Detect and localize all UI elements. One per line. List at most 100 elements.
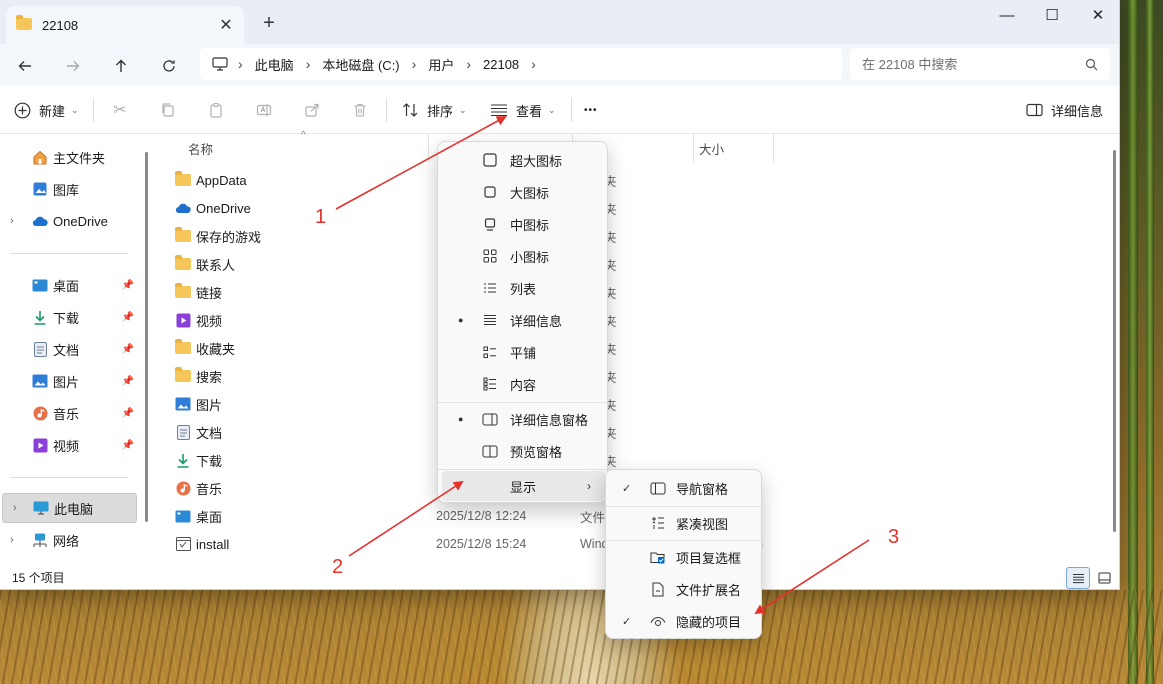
menu-item-navigation-pane[interactable]: ✓ 导航窗格 bbox=[610, 473, 759, 503]
pin-icon[interactable]: 📌 bbox=[122, 280, 134, 291]
file-extension-icon bbox=[650, 581, 666, 597]
file-row[interactable]: 视频 夹 bbox=[158, 306, 1098, 334]
menu-item-hidden-items[interactable]: ✓ 隐藏的项目 bbox=[610, 606, 759, 636]
menu-item-file-extensions[interactable]: 文件扩展名 bbox=[610, 574, 759, 604]
chevron-right-icon[interactable]: › bbox=[10, 215, 14, 227]
sidebar-item-home[interactable]: 主文件夹 bbox=[0, 143, 137, 171]
file-list-scrollbar[interactable] bbox=[1113, 150, 1116, 532]
new-tab-button[interactable]: + bbox=[256, 10, 282, 36]
explorer-tab[interactable]: 22108 ✕ bbox=[6, 6, 244, 44]
menu-item-details-pane[interactable]: ● 详细信息窗格 bbox=[442, 404, 605, 434]
breadcrumb-separator[interactable]: › bbox=[236, 56, 245, 72]
file-row[interactable]: 文档 夹 bbox=[158, 418, 1098, 446]
sidebar-item-documents[interactable]: 文档 📌 bbox=[0, 335, 137, 363]
back-arrow-icon bbox=[18, 61, 31, 71]
breadcrumb[interactable]: › 此电脑 › 本地磁盘 (C:) › 用户 › 22108 › bbox=[200, 48, 842, 80]
menu-item-extra-large-icons[interactable]: 超大图标 bbox=[442, 145, 605, 175]
cut-icon[interactable]: ✂ bbox=[110, 100, 130, 120]
grass-texture bbox=[0, 590, 1163, 684]
breadcrumb-user-folder[interactable]: 22108 bbox=[473, 57, 529, 72]
back-button[interactable] bbox=[9, 50, 41, 82]
menu-item-small-icons[interactable]: 小图标 bbox=[442, 241, 605, 271]
column-header-size[interactable]: 大小 bbox=[699, 134, 724, 162]
sidebar-item-onedrive[interactable]: › OneDrive bbox=[0, 207, 137, 235]
share-icon[interactable] bbox=[302, 100, 322, 120]
file-name: 保存的游戏 bbox=[196, 229, 262, 245]
folder-icon bbox=[175, 283, 191, 300]
menu-item-preview-pane[interactable]: 预览窗格 bbox=[442, 436, 605, 466]
breadcrumb-separator[interactable]: › bbox=[464, 56, 473, 72]
file-row[interactable]: 收藏夹 夹 bbox=[158, 334, 1098, 362]
file-row[interactable]: AppData 夹 bbox=[158, 166, 1098, 194]
file-row[interactable]: 图片 夹 bbox=[158, 390, 1098, 418]
chevron-right-icon[interactable]: › bbox=[13, 502, 17, 514]
sort-button[interactable]: 排序 ⌄ bbox=[402, 94, 467, 126]
search-input[interactable] bbox=[862, 56, 1085, 72]
menu-item-details[interactable]: ● 详细信息 bbox=[442, 305, 605, 335]
pin-icon[interactable]: 📌 bbox=[122, 376, 134, 387]
sidebar-item-desktop[interactable]: 桌面 📌 bbox=[0, 271, 137, 299]
column-header-name[interactable]: 名称 bbox=[188, 134, 213, 162]
sidebar-item-music[interactable]: 音乐 📌 bbox=[0, 399, 137, 427]
forward-button[interactable] bbox=[57, 50, 89, 82]
this-pc-icon bbox=[33, 500, 49, 516]
sidebar-item-videos[interactable]: 视频 📌 bbox=[0, 431, 137, 459]
large-icons-view-toggle[interactable] bbox=[1092, 567, 1116, 589]
sidebar-item-gallery[interactable]: 图库 bbox=[0, 175, 137, 203]
up-button[interactable] bbox=[105, 50, 137, 82]
breadcrumb-local-disk[interactable]: 本地磁盘 (C:) bbox=[312, 55, 409, 74]
close-tab-button[interactable]: ✕ bbox=[212, 11, 240, 39]
file-row[interactable]: 保存的游戏 夹 bbox=[158, 222, 1098, 250]
rename-icon[interactable] bbox=[254, 100, 274, 120]
column-divider[interactable] bbox=[428, 134, 429, 162]
menu-item-large-icons[interactable]: 大图标 bbox=[442, 177, 605, 207]
view-button[interactable]: 查看 ⌄ bbox=[490, 94, 556, 126]
paste-icon[interactable] bbox=[206, 100, 226, 120]
sidebar-item-this-pc[interactable]: › 此电脑 bbox=[2, 493, 137, 523]
file-name: 文档 bbox=[196, 425, 223, 441]
sidebar-item-downloads[interactable]: 下载 📌 bbox=[0, 303, 137, 331]
sidebar-scrollbar[interactable] bbox=[145, 152, 148, 522]
details-view-toggle[interactable] bbox=[1066, 567, 1090, 589]
pin-icon[interactable]: 📌 bbox=[122, 440, 134, 451]
file-date: 2025/12/8 15:24 bbox=[436, 537, 527, 551]
details-pane-button[interactable]: 详细信息 bbox=[1026, 94, 1103, 126]
maximize-button[interactable]: ☐ bbox=[1029, 0, 1075, 30]
music-icon bbox=[32, 405, 48, 421]
pin-icon[interactable]: 📌 bbox=[122, 344, 134, 355]
sidebar-item-pictures[interactable]: 图片 📌 bbox=[0, 367, 137, 395]
file-row[interactable]: 联系人 夹 bbox=[158, 250, 1098, 278]
sidebar-item-label: 视频 bbox=[53, 438, 80, 454]
breadcrumb-separator[interactable]: › bbox=[410, 56, 419, 72]
menu-item-content[interactable]: 内容 bbox=[442, 369, 605, 399]
pin-icon[interactable]: 📌 bbox=[122, 312, 134, 323]
minimize-button[interactable]: — bbox=[984, 0, 1030, 30]
column-divider[interactable] bbox=[773, 134, 774, 162]
breadcrumb-users[interactable]: 用户 bbox=[418, 55, 464, 74]
sidebar-item-network[interactable]: › 网络 bbox=[0, 526, 137, 554]
menu-item-compact-view[interactable]: 紧凑视图 bbox=[610, 508, 759, 538]
file-row[interactable]: 搜索 夹 bbox=[158, 362, 1098, 390]
menu-item-item-checkboxes[interactable]: 项目复选框 bbox=[610, 542, 759, 572]
close-window-button[interactable]: ✕ bbox=[1075, 0, 1119, 30]
search-box[interactable] bbox=[850, 48, 1110, 80]
copy-icon[interactable] bbox=[158, 100, 178, 120]
breadcrumb-separator[interactable]: › bbox=[529, 56, 538, 72]
delete-icon[interactable] bbox=[350, 100, 370, 120]
menu-item-medium-icons[interactable]: 中图标 bbox=[442, 209, 605, 239]
menu-item-list[interactable]: 列表 bbox=[442, 273, 605, 303]
breadcrumb-this-pc[interactable]: 此电脑 bbox=[245, 55, 304, 74]
search-icon[interactable] bbox=[1085, 58, 1098, 71]
menu-item-show[interactable]: 显示 › bbox=[442, 471, 605, 501]
breadcrumb-separator[interactable]: › bbox=[304, 56, 313, 72]
menu-item-tiles[interactable]: 平铺 bbox=[442, 337, 605, 367]
pin-icon[interactable]: 📌 bbox=[122, 408, 134, 419]
file-row[interactable]: 链接 夹 bbox=[158, 278, 1098, 306]
refresh-button[interactable] bbox=[153, 50, 185, 82]
file-row[interactable]: OneDrive 夹 bbox=[158, 194, 1098, 222]
column-divider[interactable] bbox=[693, 134, 694, 162]
more-options-button[interactable]: ••• bbox=[584, 94, 598, 126]
chevron-right-icon[interactable]: › bbox=[10, 534, 14, 546]
tiles-view-icon bbox=[482, 344, 498, 360]
new-button[interactable]: 新建 ⌄ bbox=[14, 94, 79, 126]
